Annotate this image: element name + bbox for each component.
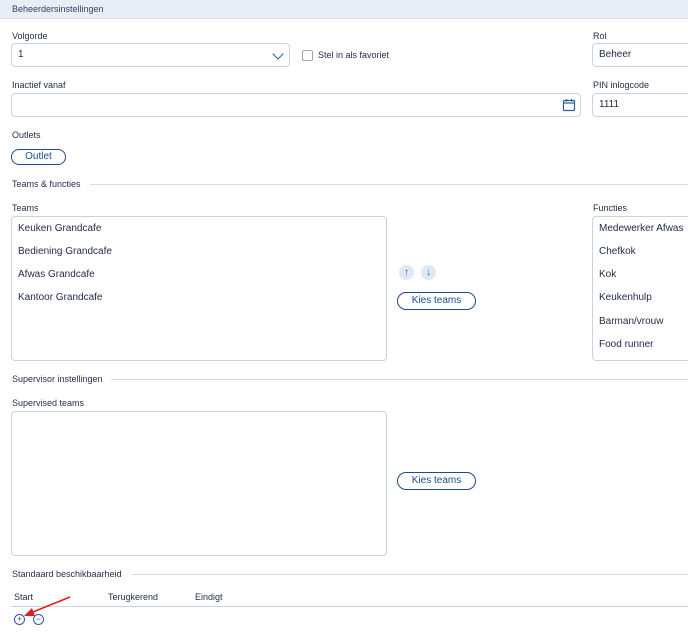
functies-list[interactable]: Medewerker Afwas Chefkok Kok Keukenhulp … [592, 216, 688, 361]
outlet-button[interactable]: Outlet [11, 149, 66, 165]
favoriet-checkbox[interactable] [302, 50, 313, 61]
rol-label: Rol [593, 31, 607, 41]
list-item[interactable]: Keukenhulp [599, 292, 652, 303]
supervisor-title: Supervisor instellingen [12, 374, 103, 384]
list-item[interactable]: Chefkok [599, 246, 636, 257]
column-header-eindigt: Eindigt [195, 592, 223, 602]
section-title: Beheerdersinstellingen [12, 4, 104, 14]
kies-teams-button[interactable]: Kies teams [397, 292, 476, 310]
list-item[interactable]: Kantoor Grandcafe [18, 292, 103, 303]
teams-label: Teams [12, 203, 39, 213]
rol-select[interactable]: Beheer [592, 43, 688, 67]
section-divider [131, 574, 688, 575]
list-item[interactable]: Bediening Grandcafe [18, 246, 112, 257]
supervised-teams-label: Supervised teams [12, 398, 85, 408]
list-item[interactable]: Food runner [599, 339, 653, 350]
outlets-label: Outlets [12, 130, 41, 140]
calendar-icon[interactable] [562, 98, 576, 112]
list-item[interactable]: Afwas Grandcafe [18, 269, 95, 280]
rol-value: Beheer [599, 49, 632, 60]
list-item[interactable]: Kok [599, 269, 616, 280]
functies-label: Functies [593, 203, 628, 213]
beschikbaarheid-title: Standaard beschikbaarheid [12, 569, 122, 579]
section-divider [90, 184, 688, 185]
section-divider [111, 379, 688, 380]
supervised-teams-list[interactable] [11, 411, 387, 556]
teams-list[interactable]: Keuken Grandcafe Bediening Grandcafe Afw… [11, 216, 387, 361]
chevron-down-icon [272, 48, 284, 60]
list-item[interactable]: Medewerker Afwas [599, 223, 683, 234]
move-up-button[interactable]: ↑ [399, 265, 414, 280]
move-down-button[interactable]: ↓ [421, 265, 436, 280]
kies-supervised-teams-button[interactable]: Kies teams [397, 472, 476, 490]
volgorde-label: Volgorde [12, 31, 48, 41]
teams-functies-title: Teams & functies [12, 179, 81, 189]
pin-label: PIN inlogcode [593, 80, 650, 90]
list-item[interactable]: Keuken Grandcafe [18, 223, 101, 234]
annotation-arrow-icon [24, 596, 71, 616]
favoriet-label: Stel in als favoriet [318, 50, 390, 60]
list-item[interactable]: Barman/vrouw [599, 316, 663, 327]
pin-input[interactable]: 1111 [592, 93, 688, 117]
inactief-date-input[interactable] [11, 93, 581, 117]
pin-value: 1111 [599, 99, 620, 110]
volgorde-select[interactable]: 1 [11, 43, 290, 67]
volgorde-value: 1 [18, 49, 24, 60]
column-header-terugkerend: Terugkerend [108, 592, 159, 602]
inactief-label: Inactief vanaf [12, 80, 66, 90]
table-header-divider [11, 606, 688, 607]
